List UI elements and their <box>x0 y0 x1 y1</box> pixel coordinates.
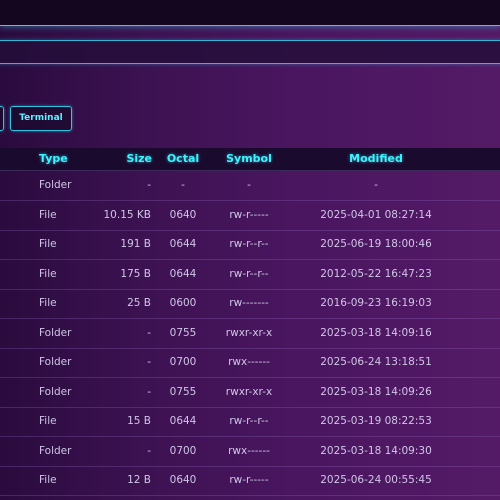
cell-octal: 0700 <box>169 445 197 457</box>
cell-symbol: rwxr-xr-x <box>225 327 273 339</box>
cell-size: 175 B <box>120 268 151 280</box>
table-row[interactable]: Folder - - - - <box>0 171 500 201</box>
terminal-button[interactable]: Terminal <box>10 106 72 131</box>
cell-size: 10.15 KB <box>103 209 152 221</box>
cell-type: File <box>39 209 57 221</box>
cell-octal: 0644 <box>169 415 197 427</box>
column-header-octal[interactable]: Octal <box>167 148 199 170</box>
cell-type: File <box>39 415 57 427</box>
table-row[interactable]: Folder - 0755 rwxr-xr-x 2025-03-18 14:09:16 <box>0 319 500 349</box>
cell-symbol: rw-r--r-- <box>229 238 269 250</box>
cell-modified: 2025-06-24 00:55:45 <box>320 474 432 486</box>
table-row[interactable]: Folder - 0700 rwx------ 2025-06-24 13:18:51 <box>0 348 500 378</box>
cell-symbol: rw-r----- <box>229 474 269 486</box>
table-row[interactable]: File 175 B 0644 rw-r--r-- 2012-05-22 16:47:2… <box>0 260 500 290</box>
cell-size: 191 B <box>120 238 151 250</box>
cell-octal: 0755 <box>169 327 197 339</box>
cell-type: Folder <box>39 356 72 368</box>
cell-type: File <box>39 474 57 486</box>
cell-modified: 2025-04-01 08:27:14 <box>320 209 432 221</box>
cell-symbol: rwx------ <box>228 445 270 457</box>
cell-octal: 0600 <box>169 297 197 309</box>
cell-octal: 0640 <box>169 209 197 221</box>
column-header-size[interactable]: Size <box>126 148 152 170</box>
table-row[interactable]: File 15 B 0644 rw-r--r-- 2025-03-19 08:22:53 <box>0 407 500 437</box>
cell-modified: 2012-05-22 16:47:23 <box>320 268 432 280</box>
path-bar[interactable] <box>0 40 500 64</box>
cell-symbol: rw-r--r-- <box>229 268 269 280</box>
cell-symbol: rw-r--r-- <box>229 415 269 427</box>
cell-type: File <box>39 268 57 280</box>
cell-size: - <box>147 327 151 339</box>
table-row[interactable]: File 10.15 KB 0640 rw-r----- 2025-04-01 08:2… <box>0 201 500 231</box>
cell-modified: 2025-03-18 14:09:16 <box>320 327 432 339</box>
cell-octal: 0700 <box>169 356 197 368</box>
table-row[interactable]: Folder - 0700 rwx------ 2025-03-18 14:09:30 <box>0 437 500 467</box>
cell-symbol: - <box>247 179 251 191</box>
table-row[interactable]: File 12 B 0640 rw-r----- 2025-06-24 00:55:45 <box>0 466 500 496</box>
cell-size: - <box>147 179 151 191</box>
column-header-type[interactable]: Type <box>39 148 68 170</box>
cell-symbol: rwx------ <box>228 356 270 368</box>
top-bar <box>0 0 500 26</box>
cell-octal: 0755 <box>169 386 197 398</box>
cell-type: Folder <box>39 445 72 457</box>
cell-type: File <box>39 297 57 309</box>
cell-modified: 2016-09-23 16:19:03 <box>320 297 432 309</box>
cell-size: - <box>147 356 151 368</box>
cell-size: - <box>147 386 151 398</box>
table-row[interactable]: File 25 B 0600 rw------- 2016-09-23 16:19:03 <box>0 289 500 319</box>
cell-symbol: rw-r----- <box>229 209 269 221</box>
cell-modified: 2025-03-19 08:22:53 <box>320 415 432 427</box>
cell-size: 15 B <box>127 415 151 427</box>
cell-size: 25 B <box>127 297 151 309</box>
cell-modified: 2025-03-18 14:09:26 <box>320 386 432 398</box>
table-row[interactable]: Folder - 0755 rwxr-xr-x 2025-03-18 14:09:26 <box>0 378 500 408</box>
cell-type: Folder <box>39 327 72 339</box>
cell-octal: 0640 <box>169 474 197 486</box>
cell-type: File <box>39 238 57 250</box>
cell-type: Folder <box>39 179 72 191</box>
table-header: Type Size Octal Symbol Modified <box>0 148 500 171</box>
cell-size: 12 B <box>127 474 151 486</box>
column-header-modified[interactable]: Modified <box>349 148 403 170</box>
table-row[interactable]: File 191 B 0644 rw-r--r-- 2025-06-19 18:00:4… <box>0 230 500 260</box>
cell-modified: 2025-06-24 13:18:51 <box>320 356 432 368</box>
column-header-symbol[interactable]: Symbol <box>226 148 272 170</box>
toolbar-button-partial[interactable] <box>0 106 4 131</box>
cell-symbol: rwxr-xr-x <box>225 386 273 398</box>
cell-octal: - <box>181 179 185 191</box>
cell-modified: 2025-06-19 18:00:46 <box>320 238 432 250</box>
cell-modified: - <box>374 179 378 191</box>
cell-symbol: rw------- <box>229 297 269 309</box>
cell-size: - <box>147 445 151 457</box>
cell-octal: 0644 <box>169 238 197 250</box>
cell-type: Folder <box>39 386 72 398</box>
cell-modified: 2025-03-18 14:09:30 <box>320 445 432 457</box>
cell-octal: 0644 <box>169 268 197 280</box>
